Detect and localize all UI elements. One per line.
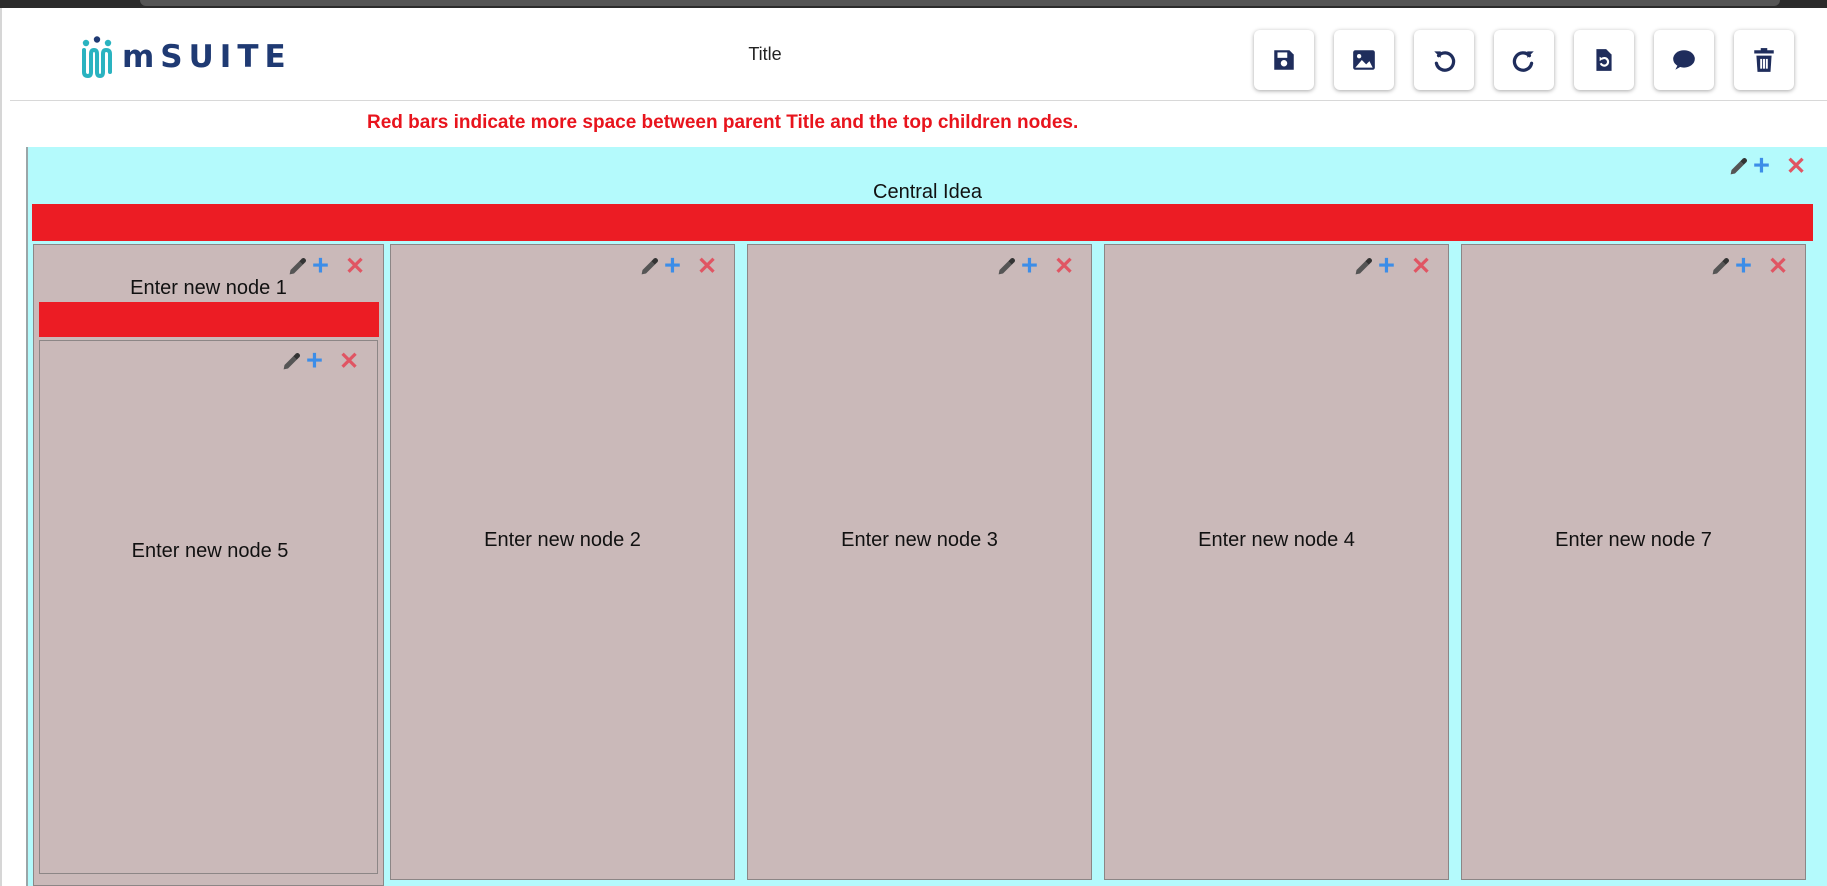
child-node-2[interactable]: + ✕ Enter new node 2 xyxy=(390,244,735,880)
child-node-label[interactable]: Enter new node 4 xyxy=(1105,525,1448,555)
image-icon xyxy=(1353,50,1375,70)
browser-tab-strip xyxy=(140,0,1780,6)
color-picker-icon[interactable] xyxy=(281,351,302,372)
node-controls: + ✕ xyxy=(1353,252,1431,281)
window-left-edge xyxy=(0,8,2,886)
node-controls: + ✕ xyxy=(996,252,1074,281)
image-button[interactable] xyxy=(1334,30,1394,90)
child-node-3[interactable]: + ✕ Enter new node 3 xyxy=(747,244,1092,880)
close-icon[interactable]: ✕ xyxy=(1786,154,1806,179)
node-controls: + ✕ xyxy=(639,252,717,281)
toolbar xyxy=(1254,30,1794,90)
child-node-4[interactable]: + ✕ Enter new node 4 xyxy=(1104,244,1449,880)
close-icon[interactable]: ✕ xyxy=(345,254,365,279)
save-button[interactable] xyxy=(1254,30,1314,90)
add-child-icon[interactable]: + xyxy=(1021,252,1038,281)
add-child-icon[interactable]: + xyxy=(1735,252,1752,281)
redo-button[interactable] xyxy=(1494,30,1554,90)
chat-button[interactable] xyxy=(1654,30,1714,90)
add-child-icon[interactable]: + xyxy=(306,347,323,376)
add-child-icon[interactable]: + xyxy=(1378,252,1395,281)
close-icon[interactable]: ✕ xyxy=(1411,254,1431,279)
color-picker-icon[interactable] xyxy=(996,256,1017,277)
add-child-icon[interactable]: + xyxy=(664,252,681,281)
color-picker-icon[interactable] xyxy=(1710,256,1731,277)
delete-button[interactable] xyxy=(1734,30,1794,90)
color-picker-icon[interactable] xyxy=(1353,256,1374,277)
child-node-label[interactable]: Enter new node 2 xyxy=(391,525,734,555)
trash-icon xyxy=(1754,48,1774,72)
color-picker-icon[interactable] xyxy=(1728,156,1749,177)
redo-icon xyxy=(1512,51,1534,72)
child-node-label[interactable]: Enter new node 3 xyxy=(748,525,1091,555)
child-node-label[interactable]: Enter new node 7 xyxy=(1462,525,1805,555)
page-title[interactable]: Title xyxy=(700,44,830,65)
color-picker-icon[interactable] xyxy=(639,256,660,277)
close-icon[interactable]: ✕ xyxy=(697,254,717,279)
floppy-disk-icon xyxy=(1274,50,1294,70)
undo-icon xyxy=(1434,51,1456,72)
central-node-label[interactable]: Central Idea xyxy=(28,181,1827,204)
close-icon[interactable]: ✕ xyxy=(1768,254,1788,279)
color-picker-icon[interactable] xyxy=(287,256,308,277)
speech-bubble-icon xyxy=(1673,50,1695,70)
app-logo[interactable]: mSUITE xyxy=(80,34,292,80)
child-node-7[interactable]: + ✕ Enter new node 7 xyxy=(1461,244,1806,880)
add-child-icon[interactable]: + xyxy=(1753,152,1770,181)
spacing-red-bar xyxy=(39,302,379,337)
undo-button[interactable] xyxy=(1414,30,1474,90)
node-controls: + ✕ xyxy=(281,347,359,376)
grandchild-node-5[interactable]: + ✕ Enter new node 5 xyxy=(39,340,378,874)
child-node-label[interactable]: Enter new node 1 xyxy=(34,277,383,300)
central-node[interactable]: + ✕ Central Idea + ✕ Enter new node 1 + … xyxy=(26,147,1827,886)
file-reset-icon xyxy=(1596,49,1612,71)
close-icon[interactable]: ✕ xyxy=(339,349,359,374)
node-controls: + ✕ xyxy=(1728,152,1806,181)
reset-button[interactable] xyxy=(1574,30,1634,90)
child-node-1[interactable]: + ✕ Enter new node 1 + ✕ Enter new node … xyxy=(33,244,384,886)
node-controls: + ✕ xyxy=(1710,252,1788,281)
header-divider xyxy=(10,100,1827,101)
child-node-label[interactable]: Enter new node 5 xyxy=(125,536,295,566)
spacing-red-bar xyxy=(32,204,1813,241)
browser-top-strip xyxy=(0,0,1827,8)
msuite-logo-icon xyxy=(82,36,112,78)
red-bar-notice: Red bars indicate more space between par… xyxy=(367,112,1079,133)
logo-text: mSUITE xyxy=(122,39,292,75)
close-icon[interactable]: ✕ xyxy=(1054,254,1074,279)
